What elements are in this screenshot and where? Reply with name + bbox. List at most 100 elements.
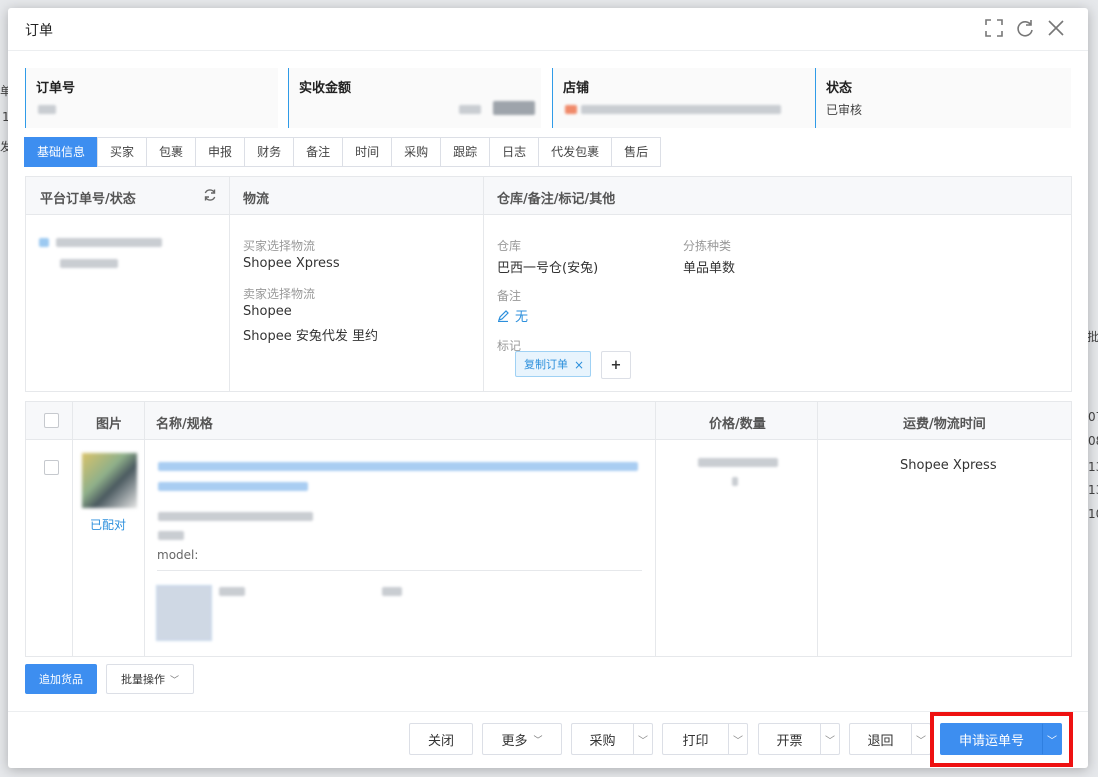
tab-package[interactable]: 包裹 <box>146 137 197 167</box>
return-split-button[interactable]: 退回 ﹀ <box>849 723 931 755</box>
column-header: 价格/数量 <box>709 417 766 432</box>
add-goods-button[interactable]: 追加货品 <box>25 664 97 694</box>
add-mark-button[interactable]: + <box>601 351 631 379</box>
buyer-logistics-label: 买家选择物流 <box>243 239 316 253</box>
blurred-price <box>698 458 778 467</box>
order-modal: 订单 订单号 实收金额 店铺 状态 已审核 基础信息 买家 包裹 申报 财务 备… <box>8 8 1088 768</box>
tab-after-sales[interactable]: 售后 <box>611 137 662 167</box>
shipping-method: Shopee Xpress <box>900 458 997 473</box>
print-split-button[interactable]: 打印 ﹀ <box>662 723 748 755</box>
tab-remark[interactable]: 备注 <box>293 137 344 167</box>
blurred-quantity <box>732 477 738 486</box>
blurred-spec <box>158 512 313 521</box>
blurred-sku-qty <box>382 587 402 596</box>
warehouse-label: 仓库 <box>497 239 522 253</box>
blurred-order-status <box>60 259 118 268</box>
tab-dropship-package[interactable]: 代发包裹 <box>538 137 613 167</box>
tag-close-icon[interactable]: × <box>574 352 584 378</box>
chevron-down-icon[interactable]: ﹀ <box>633 723 653 755</box>
chevron-down-icon: ﹀ <box>169 675 179 686</box>
tab-buyer[interactable]: 买家 <box>97 137 148 167</box>
remark-value: 无 <box>515 310 529 325</box>
column-divider <box>817 402 818 656</box>
basic-info-table: 平台订单号/状态 物流 仓库/备注/标记/其他 买家选择物流 Shopee Xp… <box>25 176 1072 392</box>
blurred-sku <box>219 587 245 596</box>
column-header: 图片 <box>96 417 123 432</box>
column-header: 仓库/备注/标记/其他 <box>497 192 616 207</box>
tab-purchase[interactable]: 采购 <box>391 137 442 167</box>
tab-time[interactable]: 时间 <box>342 137 393 167</box>
blurred-product-name[interactable] <box>158 482 308 491</box>
summary-label: 状态 <box>826 81 853 96</box>
background-text: 10 <box>1088 507 1098 521</box>
column-header: 运费/物流时间 <box>903 417 986 432</box>
seller-logistics-value: Shopee <box>243 304 292 319</box>
remark-edit[interactable]: 无 <box>497 306 528 325</box>
close-icon[interactable] <box>1046 18 1066 38</box>
edit-icon <box>498 309 509 322</box>
blurred-order-no <box>56 238 162 247</box>
background-text: 13 <box>1088 460 1098 474</box>
return-button[interactable]: 退回 <box>849 723 911 755</box>
blurred-spec <box>158 531 184 540</box>
tab-log[interactable]: 日志 <box>489 137 540 167</box>
sort-type-label: 分拣种类 <box>683 239 732 253</box>
purchase-button[interactable]: 采购 <box>571 723 633 755</box>
refresh-icon[interactable] <box>203 188 217 206</box>
refresh-icon[interactable] <box>1015 18 1035 38</box>
column-divider <box>655 402 656 656</box>
batch-operations-dropdown[interactable]: 批量操作 ﹀ <box>106 664 194 694</box>
row-checkbox[interactable] <box>44 460 59 475</box>
invoice-button[interactable]: 开票 <box>758 723 820 755</box>
summary-label: 店铺 <box>563 81 590 96</box>
tab-tracking[interactable]: 跟踪 <box>440 137 491 167</box>
chevron-down-icon: ﹀ <box>533 735 543 746</box>
status-value: 已审核 <box>826 103 863 117</box>
blurred-value <box>459 105 481 114</box>
invoice-split-button[interactable]: 开票 ﹀ <box>758 723 840 755</box>
more-dropdown[interactable]: 更多 ﹀ <box>482 723 562 755</box>
remark-label: 备注 <box>497 289 522 303</box>
column-divider <box>483 177 484 391</box>
chevron-down-icon[interactable]: ﹀ <box>911 723 931 755</box>
modal-header: 订单 <box>8 8 1088 51</box>
tag-label: 复制订单 <box>524 358 568 371</box>
divider <box>157 570 642 571</box>
product-image[interactable] <box>82 453 137 508</box>
background-text: 批 <box>1087 330 1098 344</box>
close-button[interactable]: 关闭 <box>409 723 473 755</box>
column-divider <box>144 402 145 656</box>
column-header: 物流 <box>243 192 270 207</box>
tab-finance[interactable]: 财务 <box>244 137 295 167</box>
background-text: 07 <box>1088 410 1098 424</box>
summary-label: 实收金额 <box>299 81 352 96</box>
chevron-down-icon[interactable]: ﹀ <box>728 723 748 755</box>
sort-type-value: 单品单数 <box>683 261 736 276</box>
seller-logistics-label: 卖家选择物流 <box>243 287 316 301</box>
highlight-box <box>930 712 1073 767</box>
footer-divider <box>8 711 1088 712</box>
print-button[interactable]: 打印 <box>662 723 728 755</box>
fullscreen-icon[interactable] <box>984 18 1004 38</box>
blurred-product-name[interactable] <box>158 462 638 471</box>
select-all-checkbox[interactable] <box>44 413 59 428</box>
table-header: 平台订单号/状态 物流 仓库/备注/标记/其他 <box>26 177 1071 215</box>
tab-basic-info[interactable]: 基础信息 <box>24 137 99 167</box>
purchase-split-button[interactable]: 采购 ﹀ <box>571 723 653 755</box>
summary-status: 状态 已审核 <box>815 68 1071 128</box>
tab-declaration[interactable]: 申报 <box>195 137 246 167</box>
summary-shop: 店铺 <box>552 68 815 128</box>
table-header: 图片 名称/规格 价格/数量 运费/物流时间 <box>26 402 1071 440</box>
column-divider <box>72 402 73 656</box>
shop-flag-icon <box>565 105 577 114</box>
summary-order-no: 订单号 <box>25 68 278 128</box>
chevron-down-icon[interactable]: ﹀ <box>820 723 840 755</box>
blurred-value <box>493 101 535 115</box>
warehouse-value: 巴西一号仓(安兔) <box>497 261 599 276</box>
model-text: model: <box>157 548 199 562</box>
copy-order-tag: 复制订单 × <box>515 351 591 377</box>
match-status-link[interactable]: 已配对 <box>90 516 126 533</box>
blurred-value <box>38 105 56 114</box>
tab-bar: 基础信息 买家 包裹 申报 财务 备注 时间 采购 跟踪 日志 代发包裹 售后 <box>24 137 662 167</box>
column-header: 名称/规格 <box>156 417 213 432</box>
